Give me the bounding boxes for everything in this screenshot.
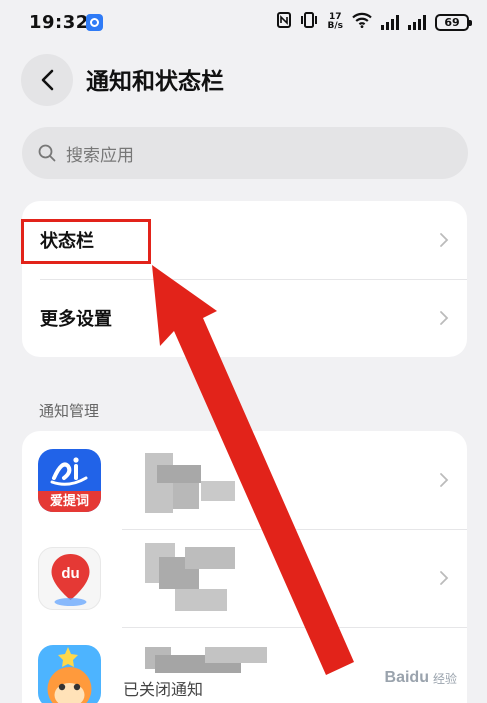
annotation-arrow [152,265,354,675]
watermark-sub: 经验 [432,672,457,686]
baidu-jingyan-watermark: Baidu 经验 [385,669,457,687]
watermark-main: Baidu [384,669,429,686]
